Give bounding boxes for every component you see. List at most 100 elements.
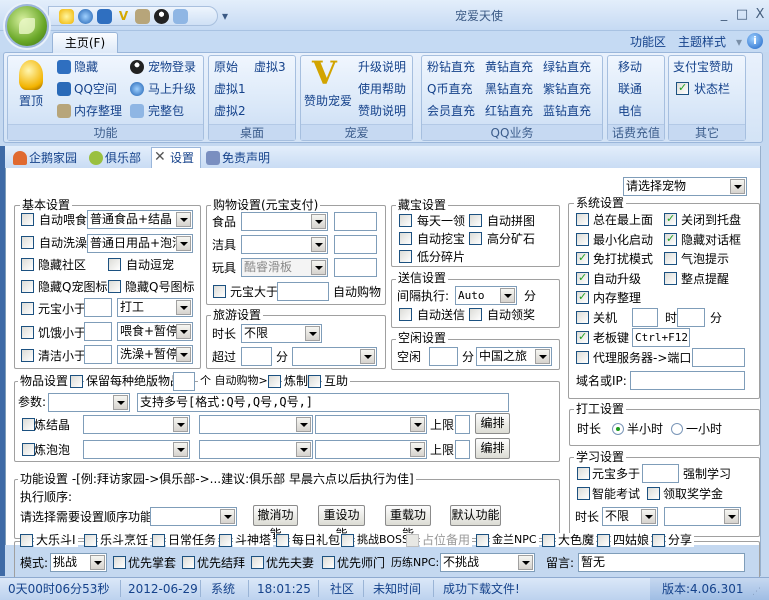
reload-function-button[interactable]: 重载功能 bbox=[385, 505, 431, 541]
qq-recharge-button[interactable]: 绿钻直充 bbox=[543, 60, 591, 74]
telecom-recharge-button[interactable]: 电信 bbox=[618, 104, 642, 118]
keep-rare-checkbox[interactable] bbox=[70, 375, 83, 388]
boss-key-input[interactable]: Ctrl+F12 bbox=[632, 328, 690, 347]
bubble-select-3[interactable] bbox=[315, 440, 427, 459]
info-icon[interactable]: i bbox=[747, 33, 763, 49]
boss-key-checkbox[interactable] bbox=[576, 330, 589, 344]
function-order-select[interactable] bbox=[150, 507, 237, 526]
yb-more-input[interactable] bbox=[277, 282, 329, 301]
hourly-reminder-checkbox[interactable] bbox=[664, 272, 677, 285]
bulb-icon[interactable] bbox=[59, 9, 74, 24]
full-package-button[interactable]: 完整包 bbox=[148, 104, 184, 118]
pet-select[interactable]: 请选择宠物 bbox=[623, 177, 747, 196]
low-fragment-checkbox[interactable] bbox=[399, 250, 412, 263]
auto-dig-checkbox[interactable] bbox=[399, 232, 412, 245]
task-checkbox[interactable] bbox=[542, 534, 555, 547]
package-icon[interactable] bbox=[173, 9, 188, 24]
mutual-help-checkbox[interactable] bbox=[308, 375, 321, 388]
theme-style-button[interactable]: 主题样式 bbox=[678, 35, 726, 49]
close-button[interactable]: X bbox=[753, 8, 767, 22]
bubble-select-2[interactable] bbox=[199, 440, 313, 459]
upgrade-now-button[interactable]: 马上升级 bbox=[148, 82, 196, 96]
minimized-start-checkbox[interactable] bbox=[576, 233, 589, 246]
statusbar-checkbox[interactable] bbox=[676, 81, 689, 95]
crystal-limit-input[interactable] bbox=[455, 415, 470, 434]
feed-select[interactable]: 普通食品+结晶 bbox=[87, 210, 193, 229]
qq-recharge-button[interactable]: Q币直充 bbox=[427, 82, 472, 96]
task-checkbox[interactable] bbox=[152, 534, 165, 547]
params-select[interactable] bbox=[48, 393, 130, 412]
qq-recharge-button[interactable]: 蓝钻直充 bbox=[543, 104, 591, 118]
qq-recharge-button[interactable]: 黑钻直充 bbox=[485, 82, 533, 96]
minimize-button[interactable]: _ bbox=[717, 8, 731, 22]
hunger-less-checkbox[interactable] bbox=[21, 326, 34, 339]
task-checkbox[interactable] bbox=[341, 534, 354, 547]
qat-customize-icon[interactable]: ▾ bbox=[222, 9, 228, 23]
subtab-penguin-home[interactable]: 企鹅家园 bbox=[29, 148, 77, 168]
crystal-select-2[interactable] bbox=[199, 415, 313, 434]
mobile-recharge-button[interactable]: 移动 bbox=[618, 60, 642, 74]
auto-puzzle-checkbox[interactable] bbox=[469, 214, 482, 227]
hunger-action-select[interactable]: 喂食+暂停 bbox=[117, 322, 193, 341]
crystal-select-1[interactable] bbox=[83, 415, 190, 434]
sponsor-pet-button[interactable]: 赞助宠爱 bbox=[304, 94, 352, 108]
qq-recharge-button[interactable]: 黄钻直充 bbox=[485, 60, 533, 74]
cleaner-input[interactable] bbox=[334, 235, 377, 254]
qq-recharge-button[interactable]: 红钻直充 bbox=[485, 104, 533, 118]
one-hour-radio[interactable] bbox=[671, 423, 683, 435]
idle-activity-select[interactable]: 中国之旅 bbox=[476, 347, 552, 366]
yb-more-checkbox[interactable] bbox=[213, 285, 226, 298]
bubble-arrange-button[interactable]: 编排 bbox=[475, 438, 510, 459]
auto-feed-checkbox[interactable] bbox=[21, 213, 34, 226]
resize-grip-icon[interactable]: ⋰ bbox=[752, 585, 761, 599]
hide-button[interactable]: 隐藏 bbox=[74, 60, 98, 74]
default-function-button[interactable]: 默认功能 bbox=[450, 505, 501, 526]
desktop-virtual1-button[interactable]: 虚拟1 bbox=[214, 82, 246, 96]
unicom-recharge-button[interactable]: 联通 bbox=[618, 82, 642, 96]
hunger-less-input[interactable] bbox=[84, 322, 112, 341]
task-checkbox[interactable] bbox=[476, 534, 489, 547]
task-checkbox[interactable] bbox=[276, 534, 289, 547]
app-orb-button[interactable] bbox=[5, 4, 49, 48]
proxy-port-input[interactable] bbox=[692, 348, 745, 367]
subtab-settings[interactable]: 设置 bbox=[170, 148, 194, 168]
cleaner-select[interactable] bbox=[241, 235, 328, 254]
sponsor-notes-button[interactable]: 赞助说明 bbox=[358, 104, 406, 118]
help-button[interactable]: 使用帮助 bbox=[358, 82, 406, 96]
penguin-icon[interactable] bbox=[154, 9, 169, 24]
study-yb-input[interactable] bbox=[642, 464, 679, 483]
domain-input[interactable] bbox=[630, 371, 745, 390]
theme-dropdown-icon[interactable]: ▾ bbox=[736, 35, 742, 49]
memory-clean-button[interactable]: 内存整理 bbox=[74, 104, 122, 118]
yb-action-select[interactable]: 打工 bbox=[117, 298, 193, 317]
keep-rare-input[interactable] bbox=[173, 372, 195, 391]
close-to-tray-checkbox[interactable] bbox=[664, 212, 677, 226]
qq-recharge-button[interactable]: 粉钻直充 bbox=[427, 60, 475, 74]
prefer-spouse-checkbox[interactable] bbox=[251, 556, 264, 569]
yb-less-input[interactable] bbox=[84, 298, 112, 317]
bubble-limit-input[interactable] bbox=[455, 440, 470, 459]
hide-community-checkbox[interactable] bbox=[21, 258, 34, 271]
desktop-virtual3-button[interactable]: 虚拟3 bbox=[254, 60, 286, 74]
qq-recharge-button[interactable]: 会员直充 bbox=[427, 104, 475, 118]
tab-home[interactable]: 主页(F) bbox=[52, 32, 118, 53]
hide-qq-icon-checkbox[interactable] bbox=[108, 280, 121, 293]
subtab-club[interactable]: 俱乐部 bbox=[105, 148, 141, 168]
food-select[interactable] bbox=[241, 212, 328, 231]
clean-action-select[interactable]: 洗澡+暂停 bbox=[117, 345, 193, 364]
mode-select[interactable]: 挑战 bbox=[50, 553, 107, 572]
qzone-button[interactable]: QQ空间 bbox=[74, 82, 117, 96]
study-yb-checkbox[interactable] bbox=[577, 467, 590, 480]
task-checkbox[interactable] bbox=[84, 534, 97, 547]
subtab-disclaimer[interactable]: 免责声明 bbox=[222, 148, 270, 168]
hide-pet-icon-checkbox[interactable] bbox=[21, 280, 34, 293]
auto-claim-checkbox[interactable] bbox=[469, 308, 482, 321]
multi-account-input[interactable]: 支持多号[格式:Q号,Q号,Q号,] bbox=[137, 393, 509, 412]
auto-tease-checkbox[interactable] bbox=[108, 258, 121, 271]
pin-top-button[interactable]: 置顶 bbox=[19, 94, 43, 108]
study-course-select[interactable] bbox=[664, 507, 741, 526]
hide-icon[interactable] bbox=[97, 9, 112, 24]
travel-dest-select[interactable] bbox=[292, 347, 377, 366]
task-checkbox[interactable] bbox=[652, 534, 665, 547]
crystal-select-3[interactable] bbox=[315, 415, 427, 434]
